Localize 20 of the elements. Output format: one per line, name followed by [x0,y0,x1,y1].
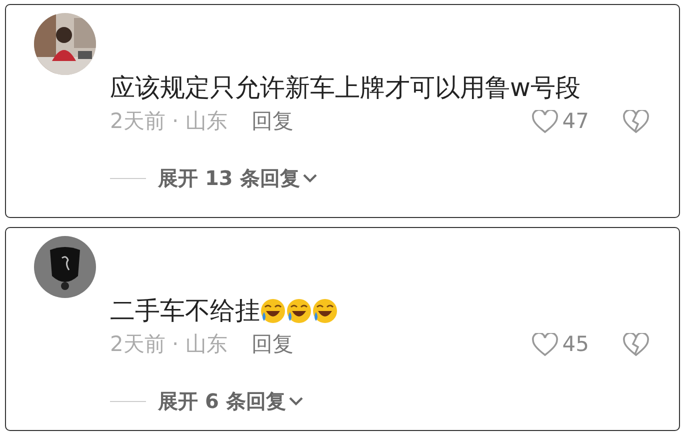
avatar-icon [34,236,96,298]
comment-time-location: 2天前 · 山东 [110,108,228,136]
like-icon[interactable] [532,110,558,134]
like-count: 45 [562,331,589,358]
comment-time-location: 2天前 · 山东 [110,331,228,358]
laughing-emoji-icon [286,298,312,324]
comment-text: 应该规定只允许新车上牌才可以用鲁w号段 [110,72,580,104]
comment-text: 二手车不给挂 [110,295,260,327]
broken-heart-icon[interactable] [623,110,649,134]
chevron-down-icon [288,395,304,407]
reply-link[interactable]: 回复 [251,106,294,138]
reply-link[interactable]: 回复 [251,329,294,361]
like-count: 47 [562,108,589,136]
laughing-emoji-icon [260,298,286,324]
expand-replies-link[interactable]: 展开 6 条回复 [158,386,286,416]
chevron-down-icon [302,172,318,184]
like-icon[interactable] [532,333,558,357]
expand-replies-link[interactable]: 展开 13 条回复 [158,163,300,193]
broken-heart-icon[interactable] [623,333,649,357]
laughing-emoji-icon [312,298,338,324]
